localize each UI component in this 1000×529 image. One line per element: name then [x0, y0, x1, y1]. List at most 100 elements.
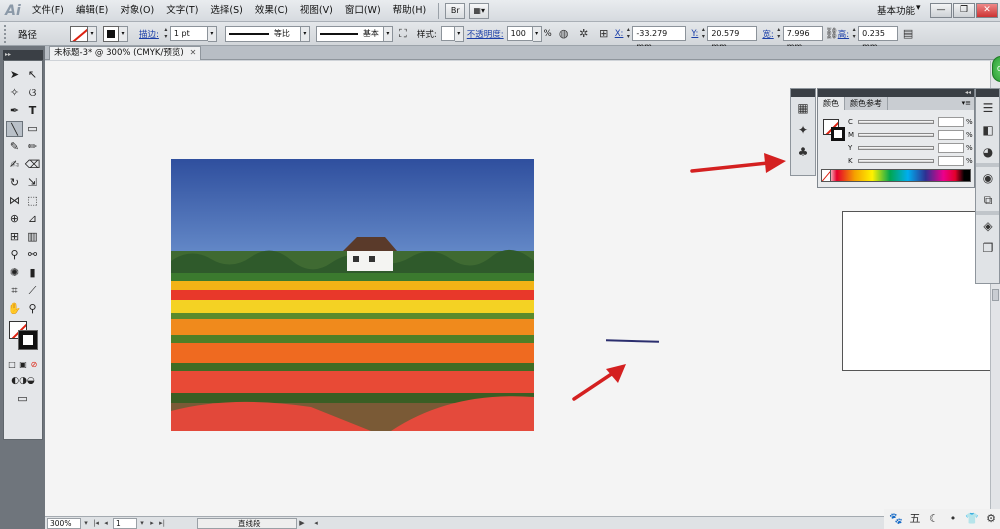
lasso-tool-icon[interactable]: ଓ: [24, 85, 41, 101]
menu-view[interactable]: 视图(V): [294, 0, 339, 22]
menu-edit[interactable]: 编辑(E): [70, 0, 114, 22]
symbols-icon[interactable]: ♣: [791, 141, 815, 163]
eyedropper-tool-icon[interactable]: ⚲: [6, 247, 23, 263]
stroke-color-box[interactable]: [18, 330, 38, 350]
scroll-left-icon[interactable]: ◂: [311, 518, 321, 529]
stroke-icon[interactable]: ☰: [976, 97, 1000, 119]
yellow-slider-row[interactable]: Y %: [848, 142, 974, 153]
arrange-documents-icon[interactable]: ▦▾: [469, 2, 490, 19]
chevron-down-icon[interactable]: ▾: [916, 3, 921, 13]
tools-panel-header[interactable]: ▸▸: [3, 50, 43, 60]
perspective-grid-tool-icon[interactable]: ⊿: [24, 211, 41, 227]
gear-icon[interactable]: ⚙: [983, 511, 999, 527]
close-icon[interactable]: ✕: [190, 47, 197, 60]
tab-color[interactable]: 颜色: [818, 97, 845, 110]
transform-menu-icon[interactable]: ▤: [900, 26, 916, 42]
document-tab[interactable]: 未标题-3* @ 300% (CMYK/预览) ✕: [49, 46, 202, 60]
menu-file[interactable]: 文件(F): [26, 0, 70, 22]
color-panel-collapse[interactable]: ◂◂: [818, 89, 974, 97]
mesh-tool-icon[interactable]: ⊞: [6, 229, 23, 245]
height-label[interactable]: 高:: [837, 28, 850, 40]
y-position-field[interactable]: 20.579 mm: [707, 26, 758, 51]
selection-tool-icon[interactable]: ➤: [6, 67, 23, 83]
artboard-number-field[interactable]: 1: [113, 517, 137, 529]
black-field[interactable]: [938, 155, 964, 166]
free-transform-tool-icon[interactable]: ⬚: [24, 193, 41, 209]
stroke-swatch[interactable]: [103, 25, 119, 42]
width-field[interactable]: 7.996 mm: [782, 26, 823, 51]
opacity-dropdown-icon[interactable]: ▾: [532, 25, 542, 42]
eraser-tool-icon[interactable]: ⌫: [24, 157, 41, 173]
scrollbar-thumb[interactable]: [992, 289, 999, 301]
pencil-tool-icon[interactable]: ✏: [24, 139, 41, 155]
last-artboard-icon[interactable]: ▸|: [157, 518, 167, 529]
width-spinner-icon[interactable]: ▴ ▾: [775, 26, 783, 41]
reference-point-icon[interactable]: ⊞: [596, 26, 612, 42]
y-spinner-icon[interactable]: ▴ ▾: [699, 26, 707, 41]
previous-artboard-icon[interactable]: ◂: [101, 518, 111, 529]
link-proportions-icon[interactable]: ⛓: [825, 26, 839, 42]
artboard-tool-icon[interactable]: ⌗: [6, 283, 23, 299]
symbol-sprayer-tool-icon[interactable]: ✺: [6, 265, 23, 281]
stroke-weight-dropdown-icon[interactable]: ▾: [207, 25, 217, 42]
drawing-modes-icon[interactable]: ◐◑◒: [6, 373, 40, 389]
paintbrush-tool-icon[interactable]: ✎: [6, 139, 23, 155]
cyan-field[interactable]: [938, 116, 964, 127]
height-spinner-icon[interactable]: ▴ ▾: [850, 26, 858, 41]
zoom-tool-icon[interactable]: ⚲: [24, 301, 41, 317]
dock-header[interactable]: [976, 89, 999, 97]
menu-select[interactable]: 选择(S): [204, 0, 248, 22]
graphic-styles-icon[interactable]: ⧉: [976, 189, 1000, 211]
menu-effect[interactable]: 效果(C): [249, 0, 294, 22]
rotate-tool-icon[interactable]: ↻: [6, 175, 23, 191]
style-dropdown-icon[interactable]: ▾: [454, 25, 464, 42]
cyan-slider-row[interactable]: C %: [848, 116, 974, 127]
line-segment-tool-icon[interactable]: ╲: [6, 121, 23, 137]
yellow-slider[interactable]: [858, 145, 934, 150]
tulip-field-photo[interactable]: [171, 159, 534, 431]
x-position-field[interactable]: -33.279 mm: [632, 26, 687, 51]
black-slider[interactable]: [858, 158, 934, 163]
brush-definition[interactable]: 基本: [315, 25, 384, 42]
artboards-icon[interactable]: ❐: [976, 237, 1000, 259]
brush-options-icon[interactable]: ⛶: [395, 26, 411, 42]
extension-badge[interactable]: G: [992, 56, 1000, 82]
shirt-icon[interactable]: 👕: [964, 511, 980, 527]
hand-tool-icon[interactable]: ✋: [6, 301, 23, 317]
layers-icon[interactable]: ◈: [976, 215, 1000, 237]
panel-menu-icon[interactable]: ▾≡: [962, 97, 974, 110]
gradient-tool-icon[interactable]: ▥: [24, 229, 41, 245]
magenta-slider[interactable]: [858, 132, 934, 137]
bridge-button[interactable]: Br: [445, 2, 466, 19]
column-graph-tool-icon[interactable]: ▮: [24, 265, 41, 281]
artboard-dropdown-icon[interactable]: ▾: [137, 518, 147, 529]
magenta-slider-row[interactable]: M %: [848, 129, 974, 140]
type-tool-icon[interactable]: T: [24, 103, 41, 119]
menu-window[interactable]: 窗口(W): [339, 0, 387, 22]
x-label[interactable]: X:: [614, 29, 625, 39]
graphic-style-swatch[interactable]: [440, 26, 455, 41]
artboard[interactable]: [842, 211, 990, 371]
paw-icon[interactable]: 🐾: [888, 511, 904, 527]
moon-icon[interactable]: ☾: [926, 511, 942, 527]
zoom-field[interactable]: 300%: [47, 517, 81, 529]
stroke-weight-field[interactable]: 1 pt: [169, 26, 208, 41]
pen-tool-icon[interactable]: ✒: [6, 103, 23, 119]
fill-swatch[interactable]: [70, 25, 88, 42]
height-field[interactable]: 0.235 mm: [858, 26, 899, 51]
black-slider-row[interactable]: K %: [848, 155, 974, 166]
restore-button[interactable]: ❐: [953, 3, 975, 18]
stroke-panel-link[interactable]: 描边:: [136, 28, 162, 40]
magenta-field[interactable]: [938, 129, 964, 140]
direct-selection-tool-icon[interactable]: ↖: [24, 67, 41, 83]
width-tool-icon[interactable]: ⋈: [6, 193, 23, 209]
scale-tool-icon[interactable]: ⇲: [24, 175, 41, 191]
swatches-icon[interactable]: ▦: [791, 97, 815, 119]
panel-stroke-box[interactable]: [831, 127, 845, 141]
dock-header[interactable]: [791, 89, 815, 97]
color-spectrum[interactable]: [821, 169, 971, 182]
recolor-artwork-icon[interactable]: ◍: [556, 26, 572, 42]
tab-color-guide[interactable]: 颜色参考: [845, 97, 888, 110]
transparency-icon[interactable]: ◕: [976, 141, 1000, 163]
yellow-field[interactable]: [938, 142, 964, 153]
